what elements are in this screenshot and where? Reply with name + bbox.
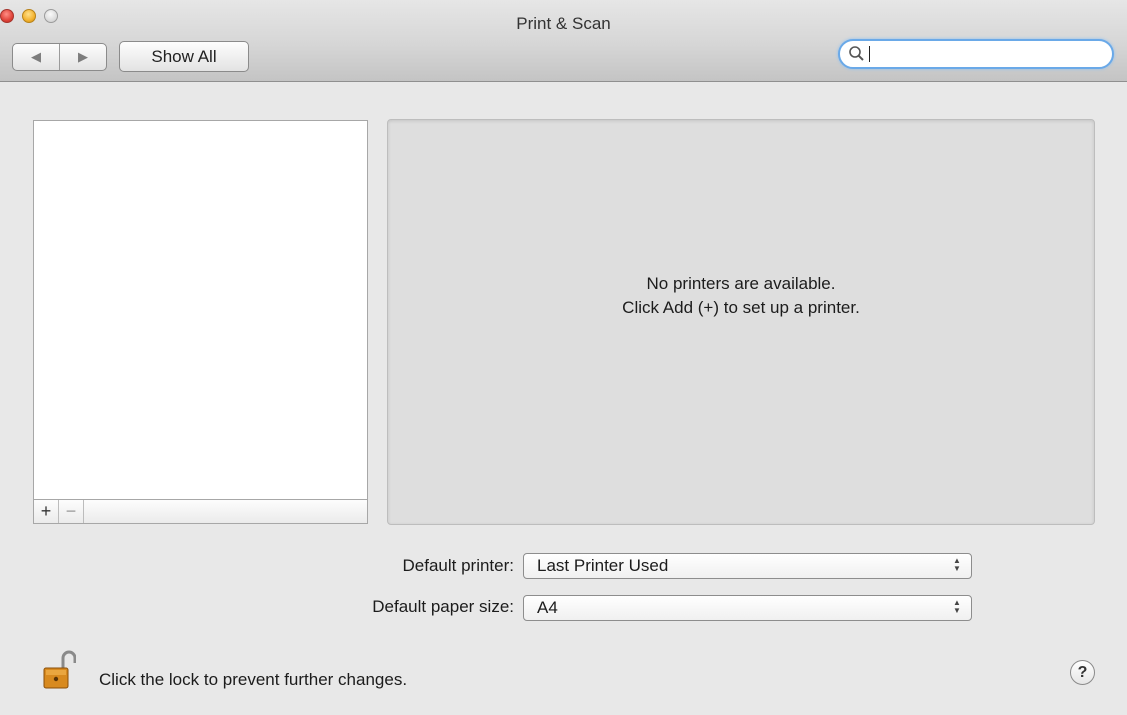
search-icon bbox=[849, 46, 864, 61]
default-printer-popup[interactable]: Last Printer Used ▲ ▼ bbox=[523, 553, 972, 579]
printer-list[interactable] bbox=[33, 120, 368, 500]
preferences-window: Print & Scan ◀ ▶ Show All + − No printer… bbox=[0, 0, 1127, 715]
default-paper-size-label: Default paper size: bbox=[372, 597, 514, 616]
window-toolbar: Print & Scan ◀ ▶ Show All bbox=[0, 0, 1127, 82]
default-paper-size-value: A4 bbox=[537, 598, 558, 617]
open-lock-icon[interactable] bbox=[42, 650, 76, 690]
popup-arrows-icon: ▲ ▼ bbox=[953, 556, 961, 573]
default-printer-value: Last Printer Used bbox=[537, 556, 669, 575]
no-printers-message: No printers are available. bbox=[646, 274, 836, 293]
text-caret bbox=[869, 46, 870, 62]
show-all-button[interactable]: Show All bbox=[119, 41, 249, 72]
printer-detail-panel: No printers are available. Click Add (+)… bbox=[387, 119, 1095, 525]
remove-printer-button[interactable]: − bbox=[59, 500, 84, 523]
back-button[interactable]: ◀ bbox=[13, 44, 59, 70]
lock-status-text: Click the lock to prevent further change… bbox=[99, 670, 408, 689]
help-icon[interactable]: ? bbox=[1070, 660, 1095, 685]
add-printer-button[interactable]: + bbox=[34, 500, 59, 523]
popup-arrows-icon: ▲ ▼ bbox=[953, 598, 961, 615]
forward-button[interactable]: ▶ bbox=[59, 44, 106, 70]
add-printer-hint: Click Add (+) to set up a printer. bbox=[622, 298, 860, 317]
window-title: Print & Scan bbox=[516, 14, 611, 33]
search-input[interactable] bbox=[838, 39, 1114, 69]
back-forward-control: ◀ ▶ bbox=[12, 43, 107, 71]
default-paper-size-popup[interactable]: A4 ▲ ▼ bbox=[523, 595, 972, 621]
default-printer-label: Default printer: bbox=[402, 556, 515, 575]
printer-list-toolbar: + − bbox=[33, 499, 368, 524]
forward-arrow-icon: ▶ bbox=[78, 49, 88, 64]
back-arrow-icon: ◀ bbox=[31, 49, 41, 64]
